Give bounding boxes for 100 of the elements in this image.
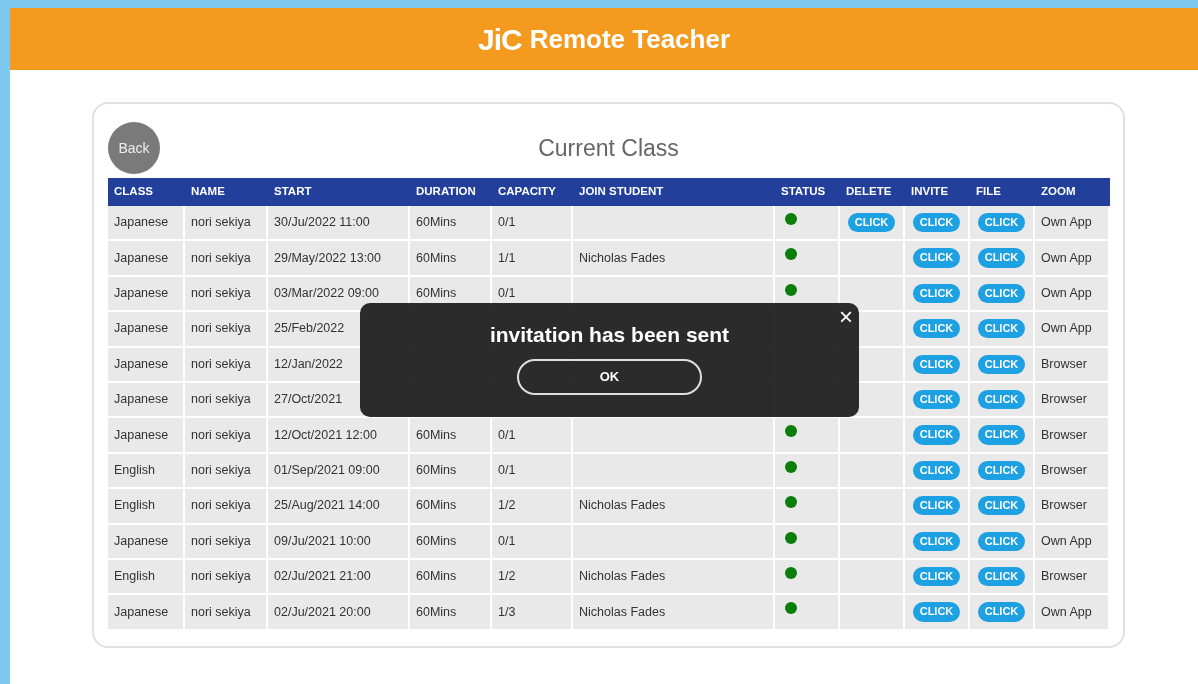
column-header: FILE bbox=[970, 178, 1035, 206]
table-cell: 1/2 bbox=[492, 489, 573, 525]
page-title: Current Class bbox=[538, 133, 679, 163]
table-cell: nori sekiya bbox=[185, 595, 268, 631]
file-button[interactable]: CLICK bbox=[977, 354, 1026, 374]
table-cell: 29/May/2022 13:00 bbox=[268, 241, 410, 277]
table-cell: Browser bbox=[1035, 347, 1110, 383]
table-cell: English bbox=[108, 489, 185, 525]
table-cell: 0/1 bbox=[492, 418, 573, 454]
table-cell: nori sekiya bbox=[185, 241, 268, 277]
table-cell: 60Mins bbox=[410, 559, 492, 596]
ok-button[interactable]: OK bbox=[517, 358, 702, 395]
file-button[interactable]: CLICK bbox=[977, 319, 1026, 339]
file-button[interactable]: CLICK bbox=[977, 390, 1026, 410]
invite-button[interactable]: CLICK bbox=[912, 425, 961, 445]
table-cell: English bbox=[108, 453, 185, 490]
table-cell: Browser bbox=[1035, 382, 1110, 419]
back-button[interactable]: Back bbox=[108, 122, 160, 174]
close-button[interactable]: × bbox=[839, 305, 853, 329]
table-cell: Japanese bbox=[108, 382, 185, 419]
invite-button[interactable]: CLICK bbox=[912, 602, 961, 622]
column-header: INVITE bbox=[905, 178, 970, 206]
column-header: DURATION bbox=[410, 178, 492, 206]
table-cell: nori sekiya bbox=[185, 276, 268, 313]
file-button[interactable]: CLICK bbox=[977, 496, 1026, 516]
invite-button[interactable]: CLICK bbox=[912, 390, 961, 410]
dialog-message: invitation has been sent bbox=[489, 322, 730, 348]
column-header: START bbox=[268, 178, 410, 206]
table-cell: nori sekiya bbox=[185, 418, 268, 454]
table-cell: Japanese bbox=[108, 524, 185, 560]
invite-button[interactable]: CLICK bbox=[912, 496, 961, 516]
table-cell: Japanese bbox=[108, 418, 185, 454]
table-cell: 25/Aug/2021 14:00 bbox=[268, 489, 410, 525]
table-cell: Nicholas Fades bbox=[573, 595, 775, 631]
file-button[interactable]: CLICK bbox=[977, 567, 1026, 587]
column-header: NAME bbox=[185, 178, 268, 206]
table-cell: 60Mins bbox=[410, 206, 492, 242]
table-cell: nori sekiya bbox=[185, 206, 268, 242]
table-cell: Browser bbox=[1035, 489, 1110, 525]
table-cell: Japanese bbox=[108, 241, 185, 277]
table-cell: Own App bbox=[1035, 206, 1110, 242]
file-button[interactable]: CLICK bbox=[977, 425, 1026, 445]
table-cell: 12/Oct/2021 12:00 bbox=[268, 418, 410, 454]
table-cell: 60Mins bbox=[410, 241, 492, 277]
table-cell: 60Mins bbox=[410, 595, 492, 631]
table-cell: Japanese bbox=[108, 312, 185, 348]
invite-button[interactable]: CLICK bbox=[912, 283, 961, 304]
invite-button[interactable]: CLICK bbox=[912, 319, 961, 339]
table-cell: nori sekiya bbox=[185, 382, 268, 419]
table-cell: 02/Ju/2021 21:00 bbox=[268, 559, 410, 596]
table-cell: 60Mins bbox=[410, 418, 492, 454]
table-cell: Browser bbox=[1035, 453, 1110, 490]
logo: JiC bbox=[477, 21, 522, 58]
table-cell: Nicholas Fades bbox=[573, 241, 775, 277]
file-button[interactable]: CLICK bbox=[977, 531, 1026, 551]
table-cell: English bbox=[108, 559, 185, 596]
column-header: CLASS bbox=[108, 178, 185, 206]
table-cell: Own App bbox=[1035, 312, 1110, 348]
table-cell: 60Mins bbox=[410, 453, 492, 490]
delete-button[interactable]: CLICK bbox=[847, 213, 896, 233]
file-button[interactable]: CLICK bbox=[977, 602, 1026, 622]
table-cell: nori sekiya bbox=[185, 524, 268, 560]
table-cell: nori sekiya bbox=[185, 489, 268, 525]
invite-button[interactable]: CLICK bbox=[912, 213, 961, 233]
table-cell: 1/2 bbox=[492, 559, 573, 596]
invite-button[interactable]: CLICK bbox=[912, 460, 961, 480]
table-cell: Japanese bbox=[108, 206, 185, 242]
invite-button[interactable]: CLICK bbox=[912, 354, 961, 374]
table-cell: 1/3 bbox=[492, 595, 573, 631]
table-cell: Nicholas Fades bbox=[573, 559, 775, 596]
table-cell: 0/1 bbox=[492, 206, 573, 242]
file-button[interactable]: CLICK bbox=[977, 213, 1026, 233]
file-button[interactable]: CLICK bbox=[977, 248, 1026, 268]
table-cell: 60Mins bbox=[410, 524, 492, 560]
table-cell: nori sekiya bbox=[185, 453, 268, 490]
table-cell: Japanese bbox=[108, 347, 185, 383]
table-cell: 30/Ju/2022 11:00 bbox=[268, 206, 410, 242]
table-cell: 09/Ju/2021 10:00 bbox=[268, 524, 410, 560]
table-cell: Nicholas Fades bbox=[573, 489, 775, 525]
column-header: CAPACITY bbox=[492, 178, 573, 206]
table-cell: 1/1 bbox=[492, 241, 573, 277]
app-title: Remote Teacher bbox=[529, 22, 731, 56]
table-cell: Japanese bbox=[108, 276, 185, 313]
invite-button[interactable]: CLICK bbox=[912, 567, 961, 587]
table-cell: 0/1 bbox=[492, 524, 573, 560]
table-cell: Own App bbox=[1035, 241, 1110, 277]
column-header: JOIN STUDENT bbox=[573, 178, 775, 206]
file-button[interactable]: CLICK bbox=[977, 460, 1026, 480]
invite-button[interactable]: CLICK bbox=[912, 531, 961, 551]
table-cell: nori sekiya bbox=[185, 312, 268, 348]
table-cell: 60Mins bbox=[410, 489, 492, 525]
file-button[interactable]: CLICK bbox=[977, 283, 1026, 304]
table-cell: Own App bbox=[1035, 595, 1110, 631]
table-cell: 0/1 bbox=[492, 453, 573, 490]
table-cell: Browser bbox=[1035, 559, 1110, 596]
table-cell: Own App bbox=[1035, 276, 1110, 313]
invite-button[interactable]: CLICK bbox=[912, 248, 961, 268]
column-header: STATUS bbox=[775, 178, 840, 206]
table-cell: nori sekiya bbox=[185, 559, 268, 596]
table-cell: Browser bbox=[1035, 418, 1110, 454]
